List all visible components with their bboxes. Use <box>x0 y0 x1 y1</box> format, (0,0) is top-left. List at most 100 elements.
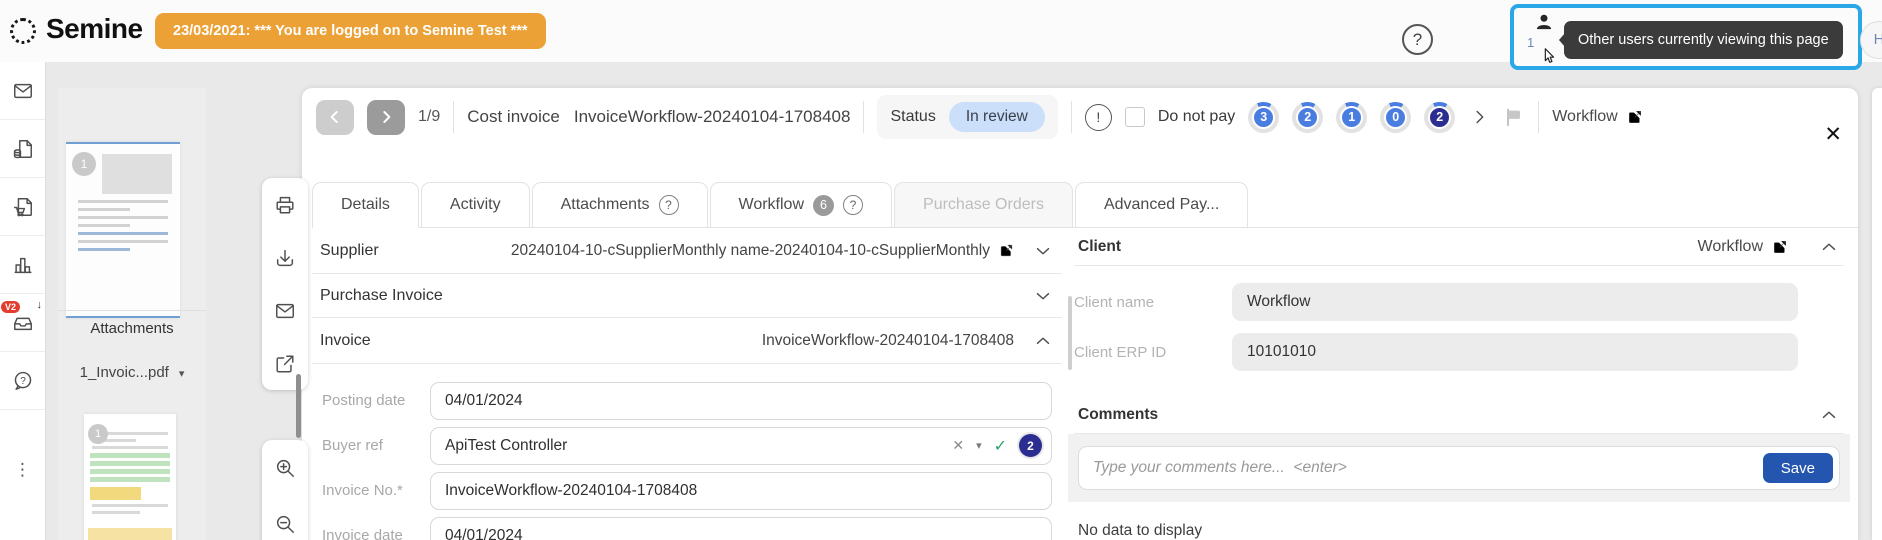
client-panel: Client Workflow Client name Client ERP I… <box>1074 228 1844 540</box>
previous-document-button[interactable] <box>316 100 354 135</box>
supplier-section-row[interactable]: Supplier 20240104-10-cSupplierMonthly na… <box>312 228 1062 274</box>
save-button[interactable]: Save <box>1763 453 1833 483</box>
buyer-ref-input[interactable] <box>445 437 940 455</box>
print-icon[interactable] <box>274 194 296 216</box>
viewers-count: 1 <box>1527 35 1534 50</box>
workflow-step-badge-2[interactable]: 2 <box>1292 102 1323 133</box>
do-not-pay-checkbox[interactable] <box>1125 107 1145 127</box>
viewer-user-icon[interactable] <box>1534 12 1554 32</box>
invoice-fields: Posting date Buyer ref ✕ ▾ ✓ 2 Invoice N… <box>312 378 1062 540</box>
posting-date-row: Posting date <box>322 378 1062 423</box>
client-erp-id-input <box>1232 333 1798 371</box>
document-header: 1/9 Cost invoice InvoiceWorkflow-2024010… <box>302 88 1858 146</box>
collapse-comments-icon[interactable] <box>1818 404 1840 426</box>
semine-logo-icon <box>10 18 36 44</box>
right-panel-scrollbar[interactable] <box>1068 296 1072 370</box>
tab-attachments[interactable]: Attachments ? <box>532 182 708 228</box>
posting-date-input[interactable] <box>430 382 1052 420</box>
open-external-icon[interactable] <box>274 353 296 375</box>
client-workflow-link[interactable]: Workflow <box>1698 238 1789 256</box>
sidebar-more-menu[interactable]: ⋮ <box>0 460 45 480</box>
sidebar-item-reports[interactable] <box>0 236 45 294</box>
buyer-ref-field[interactable]: ✕ ▾ ✓ 2 <box>430 427 1052 465</box>
zoom-in-icon[interactable] <box>274 457 296 479</box>
buyer-ref-row: Buyer ref ✕ ▾ ✓ 2 <box>322 423 1062 468</box>
viewer-scrollbar[interactable] <box>296 374 301 438</box>
zoom-out-icon[interactable] <box>274 513 296 535</box>
tab-details[interactable]: Details <box>312 182 419 228</box>
mail-icon <box>12 80 34 102</box>
alert-icon[interactable]: ! <box>1085 104 1112 131</box>
help-icon[interactable]: ? <box>1402 24 1433 55</box>
workflow-step-badge-5[interactable]: 2 <box>1424 102 1455 133</box>
invoice-no-row: Invoice No.* <box>322 468 1062 513</box>
supplier-value: 20240104-10-cSupplierMonthly name-202401… <box>511 242 1014 260</box>
sidebar-item-help[interactable] <box>0 352 45 410</box>
check-icon: ✓ <box>994 436 1007 456</box>
sidebar-item-inbox-v2[interactable]: V2 ↓ <box>0 294 45 352</box>
invoice-form: Supplier 20240104-10-cSupplierMonthly na… <box>312 228 1062 540</box>
attachment-file-name: 1_Invoic...pdf <box>80 364 169 381</box>
top-bar: Semine 23/03/2021: *** You are logged on… <box>0 0 1882 62</box>
external-link-icon <box>1627 109 1643 125</box>
dropdown-caret-icon[interactable]: ▾ <box>976 439 982 452</box>
chevron-right-icon <box>376 107 396 127</box>
document-type: Cost invoice <box>467 107 560 127</box>
tab-activity[interactable]: Activity <box>421 182 530 228</box>
invoice-section-row[interactable]: Invoice InvoiceWorkflow-20240104-1708408 <box>312 318 1062 364</box>
v2-badge: V2 <box>1 301 20 313</box>
tab-advanced-pay[interactable]: Advanced Pay... <box>1075 182 1248 228</box>
buyer-ref-count-badge[interactable]: 2 <box>1019 434 1042 457</box>
download-icon[interactable] <box>274 247 296 269</box>
app-sidebar: V2 ↓ ⋮ <box>0 62 46 540</box>
send-mail-icon[interactable] <box>274 300 296 322</box>
tab-workflow[interactable]: Workflow 6 ? <box>710 182 893 228</box>
viewer-toolbar <box>262 178 308 390</box>
question-icon[interactable]: ? <box>659 195 679 215</box>
flag-icon[interactable] <box>1503 106 1525 128</box>
expand-steps-icon[interactable] <box>1468 106 1490 128</box>
workflow-step-badge-3[interactable]: 1 <box>1336 102 1367 133</box>
invoice-coins-icon <box>12 138 34 160</box>
do-not-pay-label: Do not pay <box>1158 108 1235 126</box>
invoice-no-input[interactable] <box>430 472 1052 510</box>
inbox-icon <box>12 312 34 334</box>
sidebar-item-mail[interactable] <box>0 62 45 120</box>
chevron-up-icon[interactable] <box>1032 330 1054 352</box>
invoice-date-row: Invoice date <box>322 513 1062 540</box>
invoice-detail-card: 1/9 Cost invoice InvoiceWorkflow-2024010… <box>302 88 1858 540</box>
viewers-highlight-box: 1 Other users currently viewing this pag… <box>1510 4 1862 70</box>
document-title: Cost invoice InvoiceWorkflow-20240104-17… <box>467 107 850 127</box>
purchase-invoice-section-row[interactable]: Purchase Invoice <box>312 274 1062 318</box>
comment-input[interactable] <box>1093 459 1729 477</box>
page-thumbnail-selected[interactable]: 1 <box>66 142 180 318</box>
client-name-input <box>1232 283 1798 321</box>
page-indicator: 1/9 <box>418 108 440 126</box>
brand-name: Semine <box>46 13 143 45</box>
sidebar-item-purchases[interactable] <box>0 178 45 236</box>
attachment-thumbnail[interactable]: 1 <box>84 414 176 540</box>
attachment-file-selector[interactable]: 1_Invoic...pdf▾ <box>58 364 206 381</box>
workflow-step-badge-1[interactable]: 3 <box>1248 102 1279 133</box>
invoice-date-input[interactable] <box>430 517 1052 540</box>
client-name-row: Client name <box>1074 280 1844 324</box>
close-icon[interactable]: ✕ <box>1824 124 1842 145</box>
user-avatar[interactable]: H <box>1860 21 1882 59</box>
comment-field: Save <box>1078 446 1840 490</box>
status-label: Status <box>890 108 935 126</box>
collapse-client-icon[interactable] <box>1818 236 1840 258</box>
clear-icon[interactable]: ✕ <box>952 437 964 454</box>
sidebar-item-invoices[interactable] <box>0 120 45 178</box>
chevron-down-icon[interactable] <box>1032 285 1054 307</box>
invoice-id-value: InvoiceWorkflow-20240104-1708408 <box>762 332 1014 350</box>
external-link-icon <box>1772 239 1788 255</box>
status-badge: In review <box>949 102 1045 132</box>
question-icon[interactable]: ? <box>843 195 863 215</box>
external-link-icon[interactable] <box>999 243 1014 258</box>
workflow-header-link[interactable]: Workflow <box>1552 108 1643 126</box>
chevron-down-icon[interactable] <box>1032 240 1054 262</box>
workflow-step-badge-4[interactable]: 0 <box>1380 102 1411 133</box>
comments-empty-state: No data to display <box>1074 522 1844 540</box>
viewer-zoom-toolbar <box>262 440 308 540</box>
next-document-button[interactable] <box>367 100 405 135</box>
